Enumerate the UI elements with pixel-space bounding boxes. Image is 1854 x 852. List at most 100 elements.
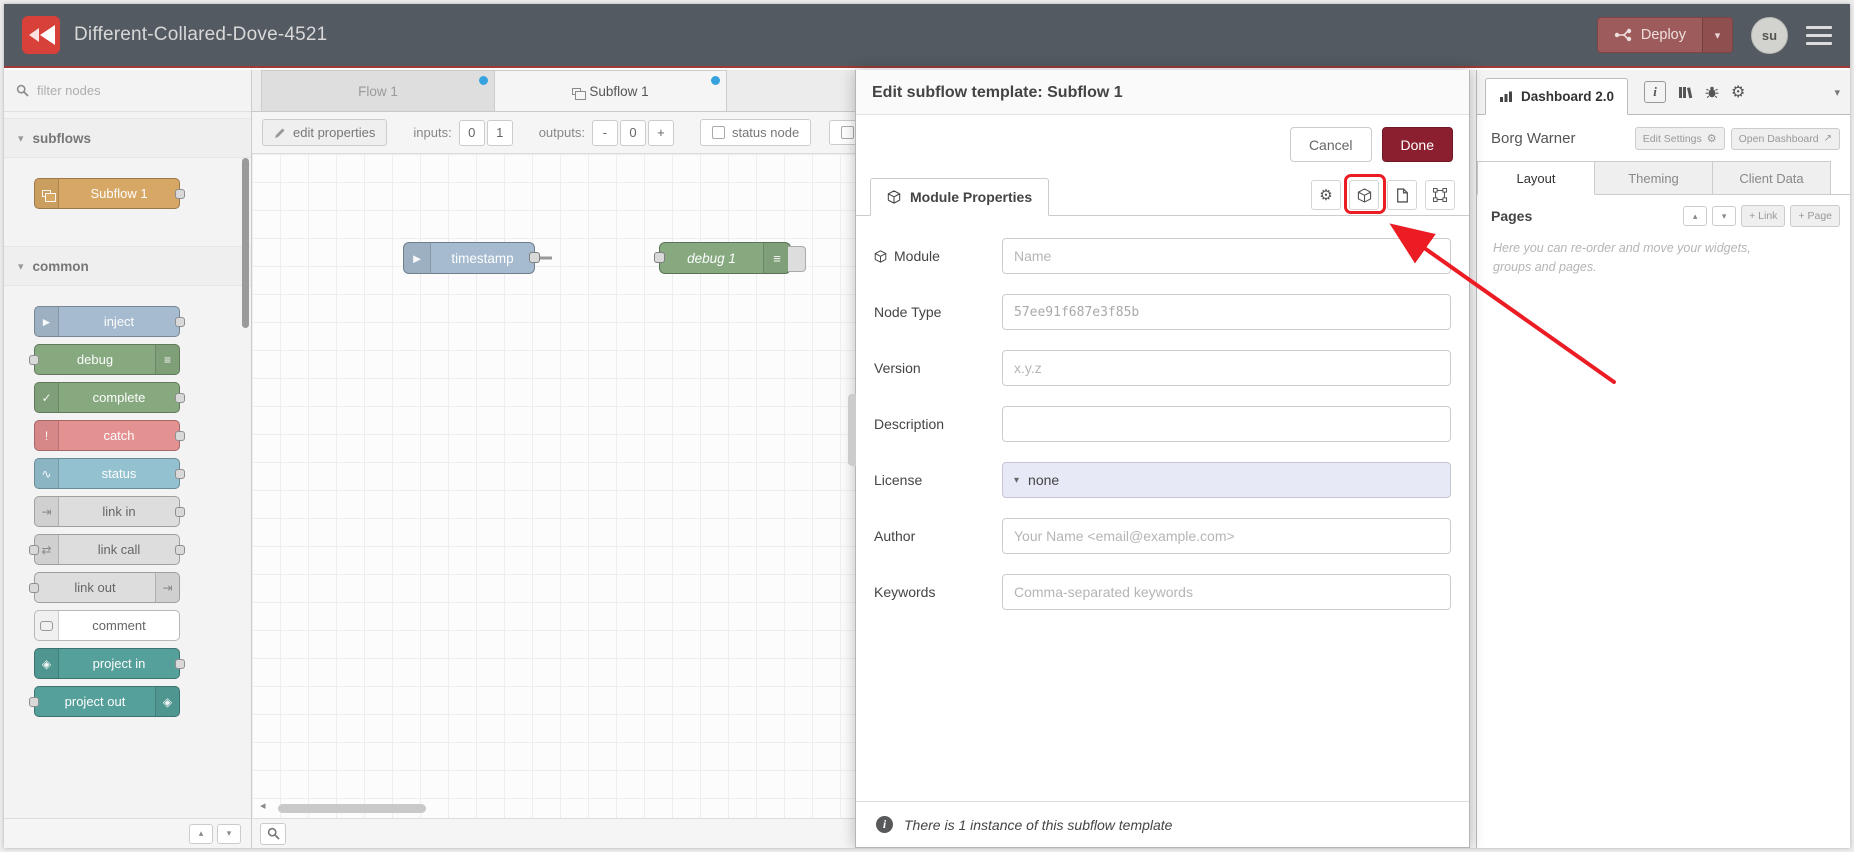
palette-node-link-call[interactable]: ⇄ link call — [29, 534, 185, 565]
field-label-text: Module — [894, 248, 940, 264]
scroll-left-icon[interactable]: ◂ — [260, 799, 266, 812]
module-properties-form: Module Node Type Version Description Lic… — [856, 216, 1469, 610]
bug-icon[interactable] — [1705, 85, 1719, 99]
instance-name: Borg Warner — [1491, 130, 1576, 147]
deploy-button-main[interactable]: Deploy — [1598, 18, 1702, 52]
tab-theming[interactable]: Theming — [1595, 161, 1713, 195]
license-select[interactable]: ▾ none — [1002, 462, 1451, 498]
palette-node-label: status — [101, 466, 137, 481]
version-input[interactable] — [1002, 350, 1451, 386]
palette-collapse-all-button[interactable]: ▾ — [217, 823, 241, 844]
properties-gear-tab-button[interactable]: ⚙ — [1311, 180, 1341, 210]
palette-node-label: project out — [64, 694, 126, 709]
output-port — [175, 658, 185, 669]
palette-section-label: subflows — [32, 130, 92, 146]
palette-node-inject[interactable]: ► inject — [34, 306, 185, 337]
user-avatar[interactable]: su — [1751, 16, 1788, 54]
status-node-toggle[interactable]: status node — [699, 119, 812, 146]
tab-module-properties[interactable]: Module Properties — [870, 178, 1050, 216]
add-link-button[interactable]: + Link — [1741, 205, 1786, 227]
palette-section-subflows[interactable]: ▾ subflows — [4, 118, 251, 158]
edit-properties-button[interactable]: edit properties — [262, 119, 388, 146]
output-port[interactable] — [529, 252, 540, 263]
inject-icon: ► — [35, 307, 59, 336]
pages-help-text: Here you can re-order and move your widg… — [1493, 241, 1751, 275]
palette-node-label: link call — [97, 542, 141, 557]
chevron-down-icon: ▾ — [18, 132, 24, 145]
palette-section-common[interactable]: ▾ common — [4, 246, 251, 286]
search-icon — [16, 84, 29, 97]
comment-bubble-icon — [35, 611, 59, 640]
pencil-icon — [275, 128, 285, 138]
sidebar-tabs-caret-icon[interactable]: ▾ — [1834, 86, 1840, 99]
palette-node-label: debug — [76, 352, 114, 367]
tab-dashboard-2[interactable]: Dashboard 2.0 — [1485, 78, 1629, 115]
description-tab-button[interactable] — [1387, 180, 1417, 210]
add-page-button[interactable]: + Page — [1790, 205, 1840, 227]
palette-section-content: ► inject debug ≡ ✓ complete ! catch ∿ st… — [4, 286, 251, 748]
palette-node-link-out[interactable]: link out ⇥ — [29, 572, 180, 603]
output-port — [175, 188, 185, 199]
filter-nodes-input[interactable] — [37, 83, 239, 98]
sidebar-toolbar: Dashboard 2.0 i ⚙ ▾ — [1477, 70, 1850, 115]
info-icon[interactable]: i — [1644, 81, 1667, 103]
move-page-down-button[interactable]: ▾ — [1712, 206, 1737, 226]
inputs-count-1-button[interactable]: 1 — [486, 119, 513, 146]
subflow-tab-icon — [572, 87, 587, 100]
palette-node-project-out[interactable]: project out ◈ — [29, 686, 180, 717]
canvas-node-debug-1[interactable]: debug 1 ≡ — [654, 242, 806, 274]
output-port — [175, 468, 185, 479]
dialog-tab-row: Module Properties ⚙ — [856, 176, 1469, 216]
open-dashboard-button[interactable]: Open Dashboard ↗ — [1730, 127, 1840, 150]
tray-resize-grip[interactable] — [848, 394, 856, 466]
done-button[interactable]: Done — [1381, 127, 1453, 162]
keywords-input[interactable] — [1002, 574, 1451, 610]
palette-expand-all-button[interactable]: ▴ — [189, 823, 213, 844]
module-properties-tab-button[interactable] — [1349, 180, 1379, 210]
project-in-icon: ◈ — [35, 649, 59, 678]
deploy-button[interactable]: Deploy ▾ — [1596, 17, 1733, 53]
move-page-up-button[interactable]: ▴ — [1683, 206, 1708, 226]
input-port — [29, 696, 39, 707]
inputs-count-0-button[interactable]: 0 — [458, 119, 485, 146]
palette-node-complete[interactable]: ✓ complete — [34, 382, 185, 413]
zoom-search-button[interactable] — [260, 822, 286, 845]
palette-scrollbar[interactable] — [242, 158, 249, 328]
horizontal-scrollbar[interactable] — [278, 804, 426, 813]
cancel-button[interactable]: Cancel — [1289, 127, 1372, 162]
palette-node-subflow-1[interactable]: Subflow 1 — [34, 178, 185, 209]
output-port — [175, 430, 185, 441]
canvas-node-timestamp[interactable]: ► timestamp — [403, 242, 540, 274]
palette-node-debug[interactable]: debug ≡ — [29, 344, 180, 375]
deploy-options-caret[interactable]: ▾ — [1702, 18, 1732, 52]
outputs-count-value[interactable]: 0 — [619, 119, 646, 146]
palette-node-catch[interactable]: ! catch — [34, 420, 185, 451]
author-input[interactable] — [1002, 518, 1451, 554]
appearance-tab-button[interactable] — [1425, 180, 1455, 210]
palette-footer: ▴ ▾ — [4, 818, 251, 848]
header: Different-Collared-Dove-4521 Deploy ▾ su — [4, 4, 1850, 68]
library-icon[interactable] — [1678, 85, 1693, 99]
input-port[interactable] — [654, 252, 665, 263]
debug-sidebar-icon: ≡ — [155, 345, 179, 374]
tab-flow-1[interactable]: Flow 1 — [261, 70, 494, 111]
module-input[interactable] — [1002, 238, 1451, 274]
description-input[interactable] — [1002, 406, 1451, 442]
edit-settings-button[interactable]: Edit Settings ⚙ — [1634, 127, 1725, 150]
gear-icon[interactable]: ⚙ — [1731, 82, 1745, 102]
palette-node-project-in[interactable]: ◈ project in — [34, 648, 185, 679]
palette-node-link-in[interactable]: ⇥ link in — [34, 496, 185, 527]
outputs-increase-button[interactable]: + — [647, 119, 674, 146]
palette-node-status[interactable]: ∿ status — [34, 458, 185, 489]
tab-subflow-1[interactable]: Subflow 1 — [494, 70, 727, 111]
tab-layout[interactable]: Layout — [1477, 161, 1595, 195]
outputs-decrease-button[interactable]: - — [591, 119, 618, 146]
tab-client-data[interactable]: Client Data — [1713, 161, 1831, 195]
app-logo — [22, 16, 60, 54]
version-field-label: Version — [874, 360, 921, 376]
palette-node-comment[interactable]: comment — [34, 610, 180, 641]
debug-enable-toggle[interactable] — [788, 246, 806, 272]
node-type-input[interactable] — [1002, 294, 1451, 330]
dialog-tab-icons: ⚙ — [1311, 180, 1455, 210]
main-menu-icon[interactable] — [1806, 25, 1832, 45]
